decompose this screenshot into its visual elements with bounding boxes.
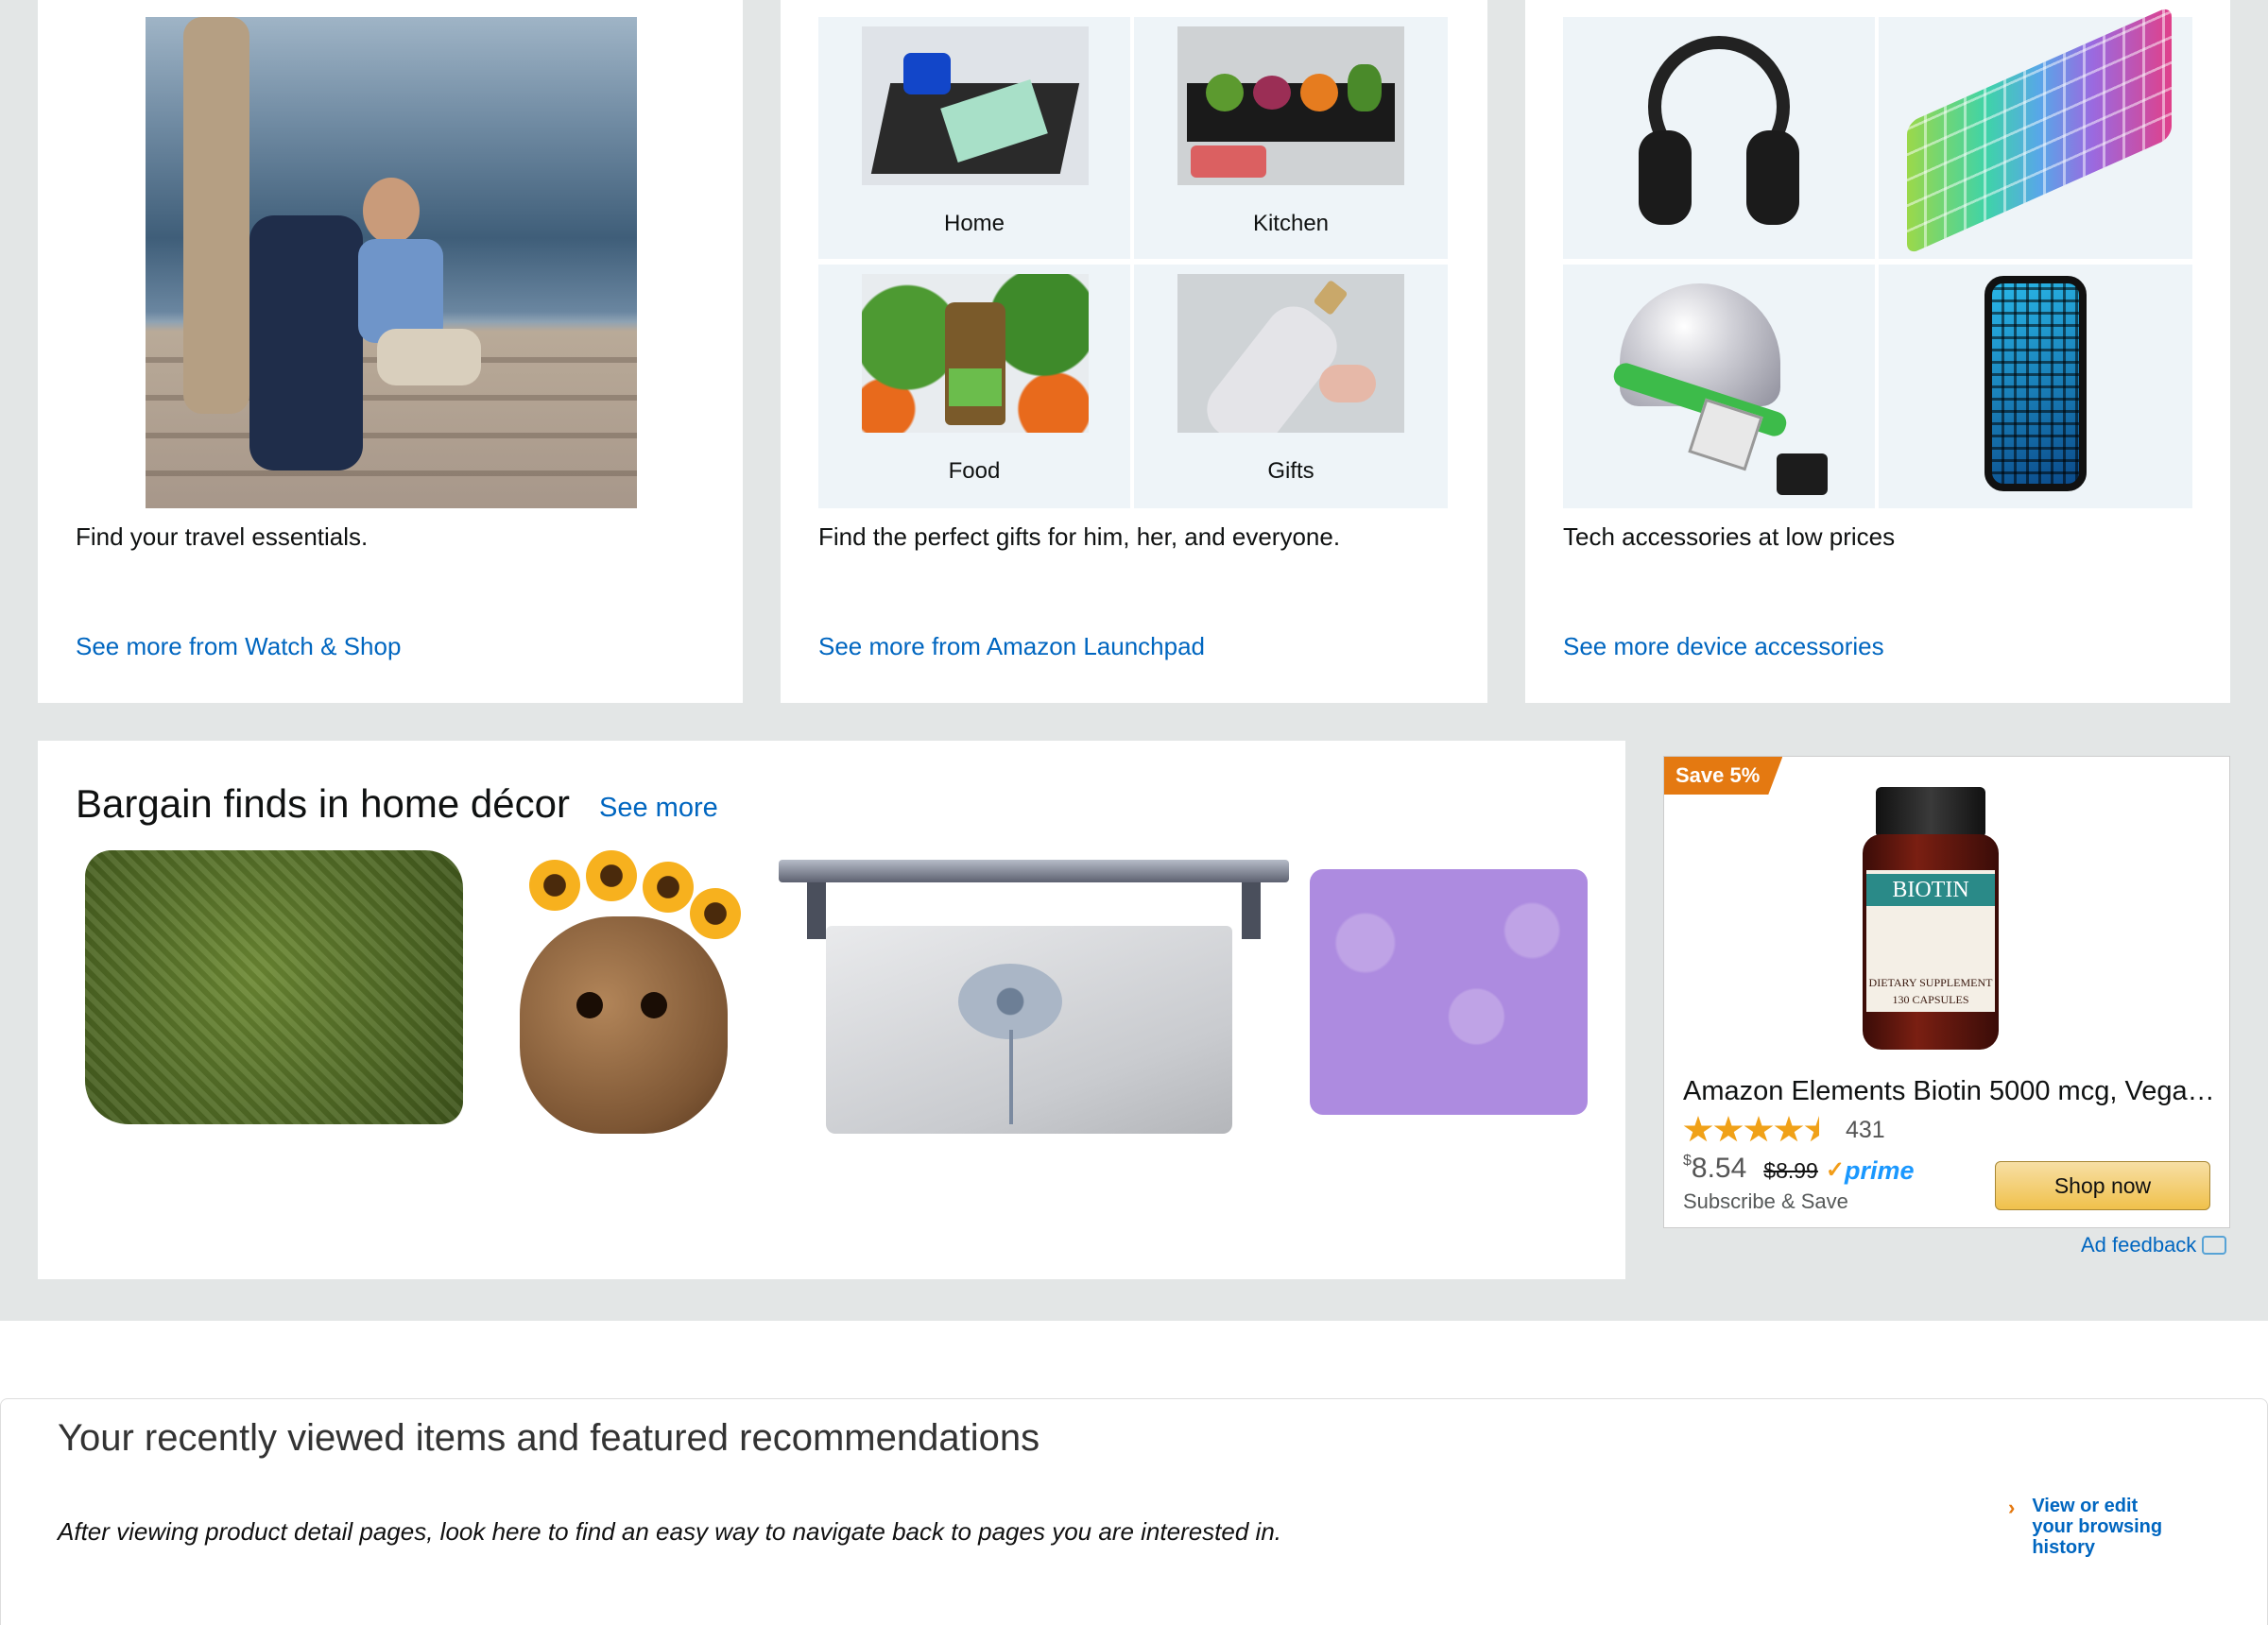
food-tile-image: [862, 274, 1089, 433]
price-symbol: $: [1683, 1153, 1692, 1169]
launchpad-caption: Find the perfect gifts for him, her, and…: [818, 522, 1341, 551]
see-more-device-accessories-link[interactable]: See more device accessories: [1563, 631, 1884, 661]
bottle-sub-label: DIETARY SUPPLEMENT: [1868, 976, 1993, 989]
biotin-bottle-image: BIOTIN DIETARY SUPPLEMENT 130 CAPSULES: [1863, 787, 1999, 1050]
half-star-icon: [1804, 1116, 1834, 1142]
product-green-pillow[interactable]: [76, 850, 472, 1134]
prime-label: prime: [1844, 1156, 1915, 1185]
see-more-launchpad-link[interactable]: See more from Amazon Launchpad: [818, 631, 1205, 661]
tile-gifts[interactable]: Gifts: [1134, 265, 1448, 508]
tech-card: Tech accessories at low prices See more …: [1525, 0, 2230, 703]
launchpad-card: Home Kitchen Food Gifts Find the perfect…: [781, 0, 1487, 703]
star-rating[interactable]: 431: [1683, 1114, 1885, 1146]
tile-kitchen[interactable]: Kitchen: [1134, 17, 1448, 259]
speech-bubble-icon: [2202, 1236, 2227, 1255]
recently-viewed-title: Your recently viewed items and featured …: [58, 1417, 1040, 1459]
travel-caption: Find your travel essentials.: [76, 522, 369, 551]
star-icon: [1713, 1116, 1744, 1142]
tile-kitchen-label: Kitchen: [1252, 211, 1330, 236]
tile-headphones[interactable]: [1563, 17, 1875, 259]
star-icon: [1774, 1116, 1804, 1142]
list-price: $8.99: [1763, 1158, 1818, 1183]
browsing-history-label: View or edit your browsing history: [2032, 1496, 2163, 1558]
travel-card: Find your travel essentials. See more fr…: [38, 0, 743, 703]
chevron-right-icon: ›: [2008, 1496, 2016, 1519]
price-value: 8.54: [1691, 1153, 1747, 1184]
ad-feedback-label: Ad feedback: [2081, 1233, 2197, 1257]
tile-food-label: Food: [948, 458, 1001, 484]
kitchen-tile-image: [1177, 26, 1404, 185]
tech-caption: Tech accessories at low prices: [1563, 522, 1896, 551]
phone-case-image: [1984, 276, 2087, 491]
save-badge: Save 5%: [1664, 757, 1783, 795]
bottle-label: BIOTIN: [1866, 874, 1995, 906]
tile-home[interactable]: Home: [818, 17, 1130, 259]
bargain-finds-title: Bargain finds in home décor: [76, 781, 570, 826]
review-count[interactable]: 431: [1846, 1117, 1885, 1144]
shop-now-button[interactable]: Shop now: [1995, 1161, 2210, 1210]
travel-essentials-image[interactable]: [146, 17, 637, 508]
sponsored-ad[interactable]: Save 5% BIOTIN DIETARY SUPPLEMENT 130 CA…: [1663, 756, 2230, 1228]
disco-light-image: [1610, 274, 1828, 501]
product-bath-mat[interactable]: [1310, 850, 1588, 1134]
bargain-finds-card: Bargain finds in home décor See more: [38, 741, 1625, 1279]
keyboard-cover-image: [1907, 5, 2172, 256]
tile-gifts-label: Gifts: [1267, 458, 1314, 484]
star-icon: [1683, 1116, 1713, 1142]
browsing-history-link[interactable]: › View or edit your browsing history: [2008, 1496, 2183, 1558]
gifts-tile-image: [1177, 274, 1404, 433]
tile-phone-case[interactable]: [1879, 265, 2192, 508]
prime-check-icon: ✓: [1825, 1157, 1845, 1183]
tile-food[interactable]: Food: [818, 265, 1130, 508]
tile-keyboard-cover[interactable]: [1879, 5, 2192, 259]
prime-badge: ✓ prime: [1826, 1152, 1915, 1189]
recently-viewed-text: After viewing product detail pages, look…: [58, 1517, 1282, 1546]
home-tile-image: [862, 26, 1089, 185]
ad-feedback-link[interactable]: Ad feedback: [2081, 1233, 2227, 1257]
see-more-watch-shop-link[interactable]: See more from Watch & Shop: [76, 631, 401, 661]
ad-product-title[interactable]: Amazon Elements Biotin 5000 mcg, Vega…: [1683, 1074, 2212, 1108]
bottle-count-label: 130 CAPSULES: [1892, 993, 1969, 1006]
product-towel-rack[interactable]: [779, 850, 1289, 1134]
tile-home-label: Home: [943, 211, 1005, 236]
bargain-see-more-link[interactable]: See more: [599, 793, 718, 823]
headphones-image: [1639, 36, 1799, 234]
recently-viewed-panel: Your recently viewed items and featured …: [0, 1398, 2268, 1625]
product-groot-planter[interactable]: [482, 850, 775, 1134]
subscribe-save-label: Subscribe & Save: [1683, 1189, 1848, 1213]
star-icon: [1744, 1116, 1774, 1142]
tile-disco-light[interactable]: [1563, 265, 1875, 508]
price-row: $ 8.54 $8.99 ✓ prime: [1683, 1152, 1915, 1189]
